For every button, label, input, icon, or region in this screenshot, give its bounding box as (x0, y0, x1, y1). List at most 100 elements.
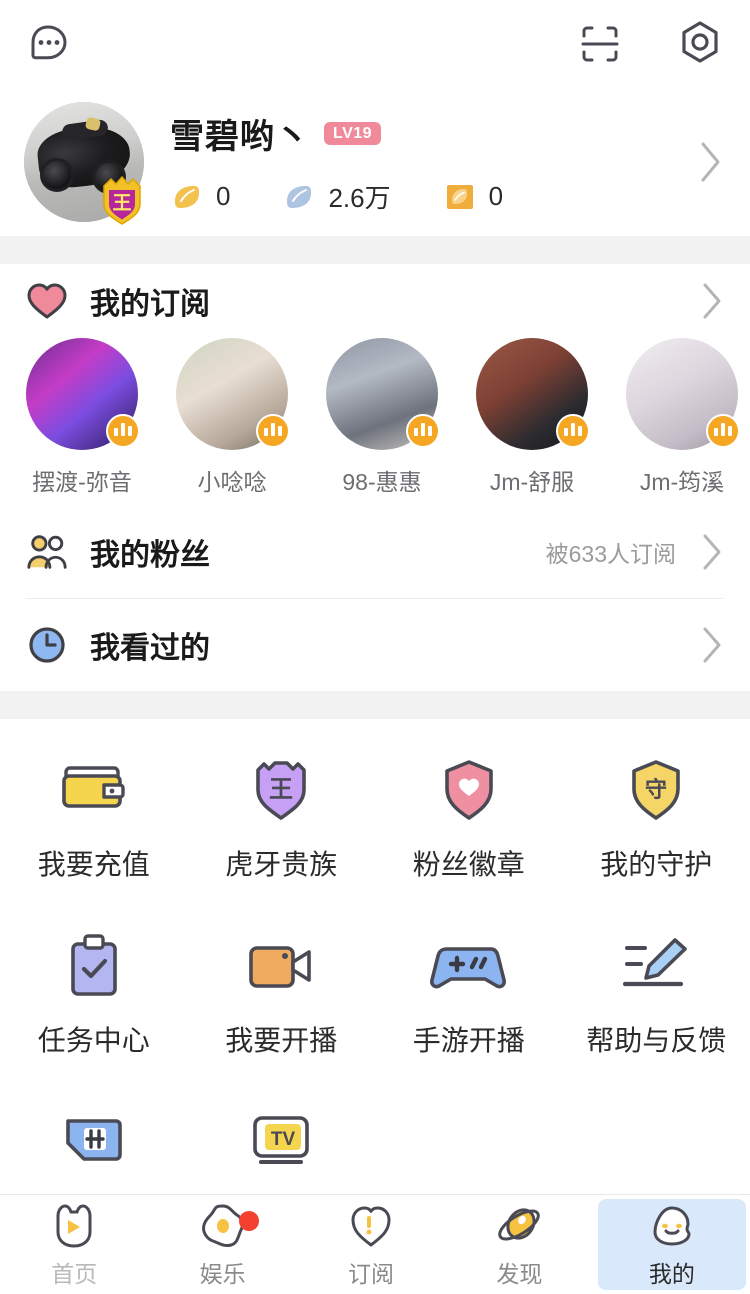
top-bar (0, 0, 750, 88)
live-indicator-icon (556, 414, 590, 448)
cat-home-icon (56, 1203, 92, 1248)
edit-feedback-icon (623, 938, 688, 987)
grid-item-task-center[interactable]: 任务中心 (0, 927, 188, 1103)
history-chevron-right-icon[interactable] (700, 625, 724, 665)
tab-label: 首页 (51, 1260, 98, 1287)
grid-item-label: 虎牙贵族 (225, 849, 338, 880)
gamepad-icon (429, 947, 506, 989)
grid-item-noble[interactable]: 王 虎牙贵族 (188, 751, 376, 927)
guard-shield-icon: 守 (632, 760, 681, 820)
chat-bubble-dots-icon[interactable] (24, 20, 72, 68)
noble-shield-icon: 王 (256, 761, 307, 820)
noble-king-badge-icon: 王 (103, 175, 141, 225)
fans-chevron-right-icon[interactable] (700, 532, 724, 572)
tab-home[interactable]: 首页 (0, 1195, 148, 1294)
list-item[interactable]: Jm-筠溪 (626, 338, 740, 506)
stat-ticket[interactable]: 0 (443, 180, 503, 214)
subscription-section-header[interactable]: 我的订阅 (0, 264, 750, 338)
profile-stats: 0 2.6万 0 (170, 178, 726, 215)
live-indicator-icon (106, 414, 140, 448)
profile-info: 雪碧哟丶 LV19 0 2.6万 0 (170, 109, 726, 215)
fan-badge-icon (444, 760, 493, 820)
message-button[interactable] (24, 20, 72, 68)
list-item-label: Jm-筠溪 (639, 469, 725, 495)
grid-item-go-live[interactable]: 我要开播 (188, 927, 376, 1103)
svg-text:TV: TV (271, 1129, 296, 1150)
stat-silver-bean[interactable]: 2.6万 (282, 178, 391, 215)
list-item[interactable]: 摆渡-弥音 (26, 338, 140, 506)
tab-label: 我的 (648, 1260, 695, 1287)
list-item[interactable]: Jm-舒服 (476, 338, 590, 506)
live-indicator-icon (406, 414, 440, 448)
grid-item-label: 帮助与反馈 (586, 1025, 727, 1056)
list-item[interactable]: 小唸唸 (176, 338, 290, 506)
grid-item-label: 手游开播 (412, 1025, 525, 1056)
grid-item-guard[interactable]: 守 我的守护 (563, 751, 750, 927)
grid-item-label: 我要充值 (37, 849, 150, 880)
top-bar-actions (576, 18, 726, 70)
ticket-icon (446, 184, 473, 209)
two-people-icon (27, 535, 67, 569)
bottom-tab-bar: 首页 娱乐 订阅 发现 我的 (0, 1194, 750, 1294)
scan-button[interactable] (576, 20, 624, 68)
stat-value: 0 (216, 181, 231, 211)
row-history[interactable]: 我看过的 (0, 599, 750, 691)
list-item-label: Jm-舒服 (489, 469, 575, 495)
section-gap (0, 236, 750, 264)
list-item[interactable]: 98-惠惠 (326, 338, 440, 506)
subscription-chevron-right-icon[interactable] (700, 281, 724, 321)
scan-qr-icon[interactable] (576, 20, 624, 68)
huya-profile-screen: 王 雪碧哟丶 LV19 0 2.6万 0 我的订阅 摆渡-弥音 小唸唸 98-惠… (0, 0, 750, 1294)
fans-count-text: 被633人订阅 (545, 541, 676, 567)
list-item-label: 摆渡-弥音 (32, 469, 132, 495)
noble-badge-char: 王 (112, 193, 131, 214)
tab-discover[interactable]: 发现 (445, 1195, 593, 1294)
silver-bean-icon (287, 185, 312, 208)
row-label: 我的粉丝 (90, 539, 210, 572)
list-item-label: 98-惠惠 (342, 469, 422, 495)
grid-item-label: 粉丝徽章 (412, 849, 525, 880)
svg-text:王: 王 (269, 776, 293, 803)
list-item-label: 小唸唸 (197, 469, 267, 495)
subscription-list[interactable]: 摆渡-弥音 小唸唸 98-惠惠 Jm-舒服 Jm-筠溪 (0, 338, 750, 506)
grid-item-recharge[interactable]: 我要充值 (0, 751, 188, 927)
profile-chevron-right-icon[interactable] (698, 140, 724, 184)
stat-value: 2.6万 (328, 183, 391, 213)
tab-label: 发现 (496, 1260, 543, 1287)
live-indicator-icon (256, 414, 290, 448)
stat-value: 0 (488, 181, 504, 211)
row-my-fans[interactable]: 我的粉丝 被633人订阅 (0, 506, 750, 598)
task-clipboard-icon (70, 934, 117, 996)
tab-subscription[interactable]: 订阅 (297, 1195, 445, 1294)
tab-mine[interactable]: 我的 (597, 1199, 747, 1290)
level-badge: LV19 (324, 122, 382, 145)
notification-badge (238, 1211, 259, 1231)
section-gap (0, 691, 750, 719)
profile-header[interactable]: 王 雪碧哟丶 LV19 0 2.6万 0 (0, 88, 750, 236)
tab-entertainment[interactable]: 娱乐 (148, 1195, 296, 1294)
hexagon-settings-icon[interactable] (674, 18, 726, 70)
tv-icon: TV (253, 1116, 310, 1164)
tab-label: 娱乐 (199, 1260, 246, 1287)
clock-icon (29, 627, 65, 663)
subscription-title: 我的订阅 (90, 288, 210, 321)
avatar[interactable]: 王 (24, 102, 144, 225)
grid-item-mobile-live[interactable]: 手游开播 (375, 927, 563, 1103)
gear-settings-tag-icon (65, 1119, 122, 1161)
face-mine-icon (653, 1206, 691, 1245)
grid-item-fan-badge[interactable]: 粉丝徽章 (375, 751, 563, 927)
grid-item-label: 我要开播 (225, 1025, 338, 1056)
row-label: 我看过的 (90, 632, 210, 665)
username: 雪碧哟丶 (170, 118, 310, 156)
live-indicator-icon (706, 414, 740, 448)
heart-sub-icon (351, 1206, 391, 1246)
grid-item-help-feedback[interactable]: 帮助与反馈 (563, 927, 750, 1103)
grid-item-label: 我的守护 (600, 849, 713, 880)
svg-text:守: 守 (645, 777, 667, 802)
stat-gold-bean[interactable]: 0 (170, 180, 230, 214)
settings-button[interactable] (674, 18, 726, 70)
heart-icon (27, 283, 67, 319)
video-camera-icon (249, 946, 312, 988)
grid-item-label: 任务中心 (37, 1025, 150, 1056)
gold-bean-icon (175, 185, 199, 208)
